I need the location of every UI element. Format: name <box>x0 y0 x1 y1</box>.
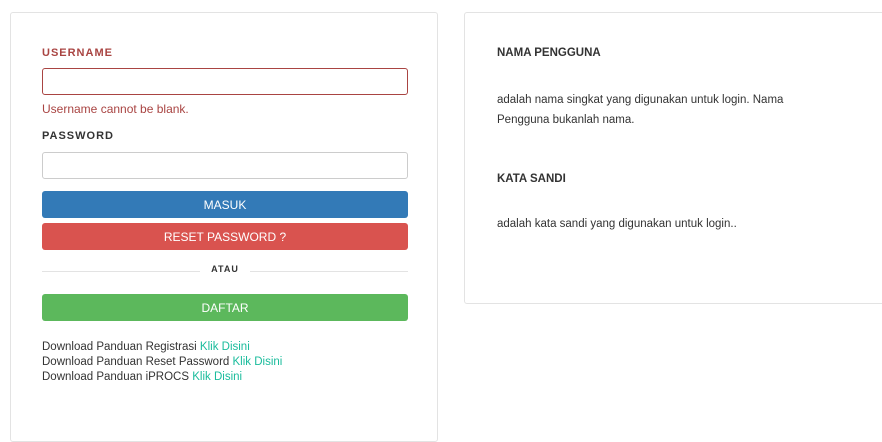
divider-label: ATAU <box>200 264 250 274</box>
download-reset-text: Download Panduan Reset Password <box>42 356 230 368</box>
username-label: USERNAME <box>42 47 113 59</box>
download-iprocs-link[interactable]: Klik Disini <box>192 371 242 383</box>
nama-pengguna-description: adalah nama singkat yang digunakan untuk… <box>497 94 784 126</box>
daftar-button[interactable]: DAFTAR <box>42 294 408 321</box>
download-registrasi-text: Download Panduan Registrasi <box>42 341 197 353</box>
download-reset-row: Download Panduan Reset Password Klik Dis… <box>42 356 282 368</box>
login-panel: USERNAME Username cannot be blank. PASSW… <box>10 12 438 442</box>
kata-sandi-heading: KATA SANDI <box>497 173 566 185</box>
download-iprocs-text: Download Panduan iPROCS <box>42 371 190 383</box>
kata-sandi-description: adalah kata sandi yang digunakan untuk l… <box>497 218 737 230</box>
username-error-message: Username cannot be blank. <box>42 102 189 116</box>
help-panel: NAMA PENGGUNA adalah nama singkat yang d… <box>464 12 882 304</box>
masuk-button[interactable]: MASUK <box>42 191 408 218</box>
download-registrasi-link[interactable]: Klik Disini <box>200 341 250 353</box>
reset-password-button[interactable]: RESET PASSWORD ? <box>42 223 408 250</box>
username-input[interactable] <box>42 68 408 95</box>
password-label: PASSWORD <box>42 130 114 142</box>
password-input[interactable] <box>42 152 408 179</box>
download-registrasi-row: Download Panduan Registrasi Klik Disini <box>42 341 250 353</box>
nama-pengguna-heading: NAMA PENGGUNA <box>497 47 601 59</box>
download-iprocs-row: Download Panduan iPROCS Klik Disini <box>42 371 242 383</box>
download-reset-link[interactable]: Klik Disini <box>233 356 283 368</box>
